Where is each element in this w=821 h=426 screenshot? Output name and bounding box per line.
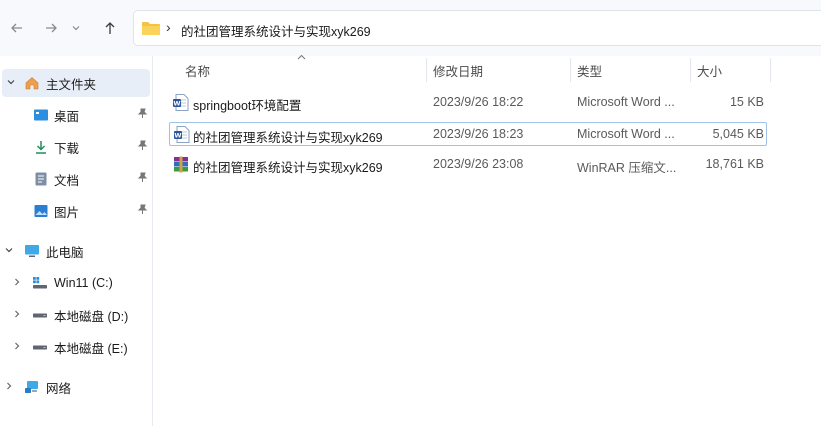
arrow-up-icon [105,22,115,34]
file-type: Microsoft Word ... [577,95,675,109]
sidebar-item-label: 桌面 [54,109,80,124]
table-row[interactable]: W springboot环境配置 2023/9/26 18:22 Microso… [169,91,767,115]
toolbar: › 的社团管理系统设计与实现xyk269 [0,0,821,56]
forward-button[interactable] [38,14,64,42]
sidebar-item-label: 本地磁盘 (D:) [54,309,129,324]
word-doc-icon: W [173,94,189,111]
breadcrumb-current[interactable]: 的社团管理系统设计与实现xyk269 [181,21,371,40]
sidebar-item-pictures[interactable]: 图片 [0,197,153,225]
picture-icon [34,205,48,217]
column-header-modified[interactable]: 修改日期 [433,56,483,84]
chevron-right-icon[interactable] [12,277,22,290]
file-size: 18,761 KB [705,157,764,171]
navigation-pane: 主文件夹 桌面 下载 文档 图片 此电脑 Win11 (C:) 本地磁盘 (D:… [0,56,153,426]
table-row[interactable]: 的社团管理系统设计与实现xyk269 2023/9/26 23:08 WinRA… [169,153,767,177]
sidebar-item-home[interactable]: 主文件夹 [2,69,150,97]
chevron-right-icon[interactable] [12,341,22,354]
winrar-archive-icon [174,156,188,173]
svg-text:W: W [174,132,181,140]
file-size: 15 KB [729,95,764,109]
sidebar-item-label: 文档 [54,173,80,188]
sidebar-item-this-pc[interactable]: 此电脑 [0,237,153,265]
file-modified: 2023/9/26 18:23 [433,127,524,141]
document-icon [35,172,47,186]
file-name: springboot环境配置 [193,99,302,113]
hard-drive-icon [33,345,47,350]
sidebar-item-label: 网络 [46,381,72,396]
sidebar-item-drive-e[interactable]: 本地磁盘 (E:) [0,333,153,361]
column-divider[interactable] [770,58,771,82]
sidebar-item-desktop[interactable]: 桌面 [0,101,153,129]
desktop-icon [34,109,48,121]
chevron-down-icon[interactable] [4,245,14,258]
sidebar-item-label: 此电脑 [46,245,84,260]
chevron-right-icon[interactable] [4,381,14,394]
download-icon [36,141,46,154]
pin-icon[interactable] [137,204,148,218]
up-button[interactable] [97,14,123,42]
file-name: 的社团管理系统设计与实现xyk269 [193,131,383,145]
back-button[interactable] [4,14,30,42]
arrow-left-icon [11,23,22,33]
sort-ascending-icon [297,52,306,62]
column-header-name[interactable]: 名称 [185,56,210,84]
breadcrumb-separator: › [166,19,171,35]
chevron-down-icon [72,26,80,31]
sidebar-item-drive-c[interactable]: Win11 (C:) [0,269,153,297]
pin-icon[interactable] [137,172,148,186]
sidebar-item-label: 下载 [54,141,80,156]
pin-icon[interactable] [137,108,148,122]
sidebar-item-label: 图片 [54,205,80,220]
word-doc-icon: W [174,126,190,143]
sidebar-item-downloads[interactable]: 下载 [0,133,153,161]
computer-icon [25,245,39,257]
file-modified: 2023/9/26 23:08 [433,157,524,171]
file-size: 5,045 KB [712,127,764,141]
recent-locations-button[interactable] [68,14,84,42]
pin-icon[interactable] [137,140,148,154]
home-icon [25,77,39,90]
file-modified: 2023/9/26 18:22 [433,95,524,109]
folder-icon [142,22,160,35]
address-bar[interactable]: › 的社团管理系统设计与实现xyk269 [133,10,821,46]
svg-text:W: W [173,100,180,108]
sidebar-item-label: 本地磁盘 (E:) [54,341,128,356]
sidebar-item-drive-d[interactable]: 本地磁盘 (D:) [0,301,153,329]
column-header-size[interactable]: 大小 [697,56,722,84]
file-name: 的社团管理系统设计与实现xyk269 [193,161,383,175]
network-icon [25,381,38,393]
chevron-down-icon[interactable] [6,77,16,90]
chevron-right-icon[interactable] [12,309,22,322]
hard-drive-icon [33,313,47,318]
sidebar-item-documents[interactable]: 文档 [0,165,153,193]
file-type: WinRAR 压缩文... [577,161,677,175]
column-divider[interactable] [690,58,691,82]
table-row[interactable]: W 的社团管理系统设计与实现xyk269 2023/9/26 18:23 Mic… [169,122,767,146]
windows-drive-icon [33,277,47,289]
column-divider[interactable] [426,58,427,82]
sidebar-item-network[interactable]: 网络 [0,373,153,401]
sidebar-item-label: 主文件夹 [46,77,97,92]
sidebar-item-label: Win11 (C:) [54,276,113,290]
file-type: Microsoft Word ... [577,127,675,141]
column-divider[interactable] [570,58,571,82]
column-header-type[interactable]: 类型 [577,56,602,84]
arrow-right-icon [46,23,57,33]
